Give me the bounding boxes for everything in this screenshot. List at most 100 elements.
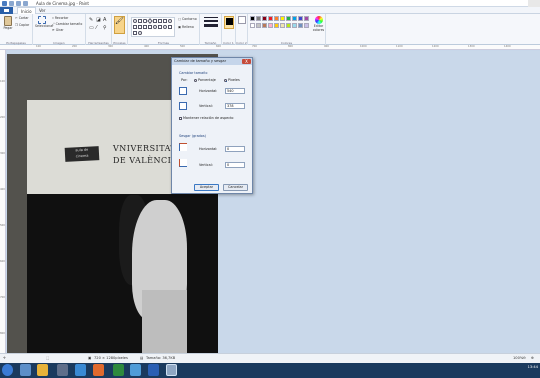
crop-button[interactable]: ⌗ Recortar [52, 16, 68, 20]
palette-color-swatch[interactable] [298, 16, 303, 21]
taskbar-firefox-icon[interactable] [93, 364, 104, 376]
keep-aspect-ratio-checkbox[interactable] [179, 117, 182, 120]
resize-button[interactable]: ⤢ Cambiar tamaño [52, 22, 82, 26]
ribbon: Pegar ✂ Cortar ❐ Copiar Portapapeles Sel… [0, 14, 540, 45]
redo-icon[interactable] [23, 1, 28, 6]
fill-icon[interactable]: ◪ [96, 17, 101, 23]
paste-button[interactable]: Pegar [2, 16, 14, 30]
horizontal-size-input[interactable]: 540 [225, 88, 245, 94]
oval-shape-icon[interactable] [133, 19, 137, 23]
vertical-size-input[interactable]: 378 [225, 103, 245, 109]
color-picker-icon[interactable]: ⁄ [96, 25, 97, 31]
outline-button[interactable]: ▢ Contorno [178, 17, 197, 21]
dialog-close-button[interactable]: X [242, 59, 251, 64]
line-shape-icon[interactable] [133, 31, 137, 35]
ruler-tick-label: 600 [0, 260, 5, 263]
tab-inicio[interactable]: Inicio [17, 7, 36, 14]
skew-horizontal-input[interactable]: 0 [225, 146, 245, 152]
tab-ver[interactable]: Ver [36, 7, 49, 14]
rotate-button[interactable]: ⟳ Girar [52, 28, 64, 32]
palette-color-swatch[interactable] [262, 23, 267, 28]
palette-color-swatch[interactable] [250, 23, 255, 28]
triangle-shape-icon[interactable] [158, 19, 162, 23]
taskbar-word-icon[interactable] [148, 364, 159, 376]
hexagon-shape-icon[interactable] [168, 19, 172, 23]
palette-color-swatch[interactable] [304, 23, 309, 28]
pencil-icon[interactable]: ✎ [89, 17, 93, 23]
arrow-down-shape-icon[interactable] [148, 25, 152, 29]
palette-color-swatch[interactable] [286, 16, 291, 21]
select-button[interactable]: Seleccionar [35, 16, 53, 28]
taskbar-media-icon[interactable] [57, 364, 68, 376]
system-clock[interactable]: 13:44 [528, 365, 538, 369]
outline-icon: ▢ [178, 17, 182, 21]
taskbar-folder-icon[interactable] [37, 364, 48, 376]
crop-icon: ⌗ [52, 16, 54, 20]
palette-color-swatch[interactable] [304, 16, 309, 21]
save-icon[interactable] [9, 1, 14, 6]
text-icon[interactable]: A [103, 17, 106, 23]
taskbar-explorer-icon[interactable] [20, 364, 31, 376]
color1-button[interactable] [224, 16, 234, 29]
skew-vertical-input[interactable]: 0 [225, 162, 245, 168]
undo-icon[interactable] [16, 1, 21, 6]
palette-color-swatch[interactable] [274, 16, 279, 21]
taskbar-excel-icon[interactable] [113, 364, 124, 376]
size-button[interactable] [204, 17, 218, 27]
palette-color-swatch[interactable] [292, 16, 297, 21]
start-button[interactable] [2, 364, 13, 376]
diamond-shape-icon[interactable] [147, 18, 153, 24]
file-menu-button[interactable] [0, 7, 13, 14]
shapes-gallery[interactable] [131, 17, 175, 37]
palette-color-swatch[interactable] [280, 23, 285, 28]
ruler-tick-label: 1200 [432, 45, 439, 48]
ok-button[interactable]: Aceptar [194, 184, 219, 191]
drawing-canvas-area[interactable]: aula de cinema VNIVERSITAT DE VALÈNCIA [7, 51, 540, 353]
heart-shape-icon[interactable] [163, 25, 167, 29]
close-window-button[interactable] [528, 0, 540, 7]
callout-shape-icon[interactable] [158, 25, 162, 29]
clipboard-group: Pegar ✂ Cortar ❐ Copiar Portapapeles [0, 14, 33, 45]
taskbar-paint-icon[interactable] [166, 364, 177, 376]
palette-color-swatch[interactable] [262, 16, 267, 21]
palette-color-swatch[interactable] [292, 23, 297, 28]
zoom-out-button[interactable]: ⊖ [523, 356, 526, 360]
rectangle-shape-icon[interactable] [138, 19, 142, 23]
arrow-up-shape-icon[interactable] [143, 25, 147, 29]
cancel-button[interactable]: Cancelar [223, 184, 248, 191]
palette-color-swatch[interactable] [274, 23, 279, 28]
palette-color-swatch[interactable] [268, 23, 273, 28]
star-shape-icon[interactable] [153, 25, 157, 29]
palette-color-swatch[interactable] [286, 23, 291, 28]
minimize-button[interactable] [504, 0, 516, 7]
title-bar: Aula de Cinema.jpg - Paint [0, 0, 540, 7]
palette-color-swatch[interactable] [268, 16, 273, 21]
palette-color-swatch[interactable] [256, 16, 261, 21]
lightning-shape-icon[interactable] [168, 25, 172, 29]
taskbar-browser-icon[interactable] [130, 364, 141, 376]
maximize-button[interactable] [516, 0, 528, 7]
eraser-icon[interactable]: ▭ [89, 25, 94, 31]
magnifier-icon[interactable]: ⚲ [103, 25, 107, 31]
arrow-left-shape-icon[interactable] [138, 25, 142, 29]
color2-swatch[interactable] [238, 16, 246, 24]
percent-radio[interactable] [194, 79, 197, 82]
paint-app-icon[interactable] [2, 1, 7, 6]
palette-color-swatch[interactable] [298, 23, 303, 28]
taskbar-chrome-icon[interactable] [75, 364, 86, 376]
palette-color-swatch[interactable] [256, 23, 261, 28]
cut-button[interactable]: ✂ Cortar [15, 16, 29, 20]
ruler-tick-label: 1400 [504, 45, 511, 48]
zoom-in-button[interactable]: ⊕ [531, 356, 534, 360]
edit-colors-button[interactable]: Editar colores [312, 16, 325, 32]
pixels-radio[interactable] [224, 79, 227, 82]
curve-shape-icon[interactable] [138, 31, 142, 35]
palette-color-swatch[interactable] [250, 16, 255, 21]
arrow-right-shape-icon[interactable] [133, 25, 137, 29]
brushes-button[interactable]: 🖌 [114, 16, 125, 34]
palette-color-swatch[interactable] [280, 16, 285, 21]
polygon-shape-icon[interactable] [153, 19, 157, 23]
right-triangle-shape-icon[interactable] [163, 19, 167, 23]
copy-button[interactable]: ❐ Copiar [15, 23, 29, 27]
fill-button[interactable]: ▣ Relleno [178, 25, 194, 29]
